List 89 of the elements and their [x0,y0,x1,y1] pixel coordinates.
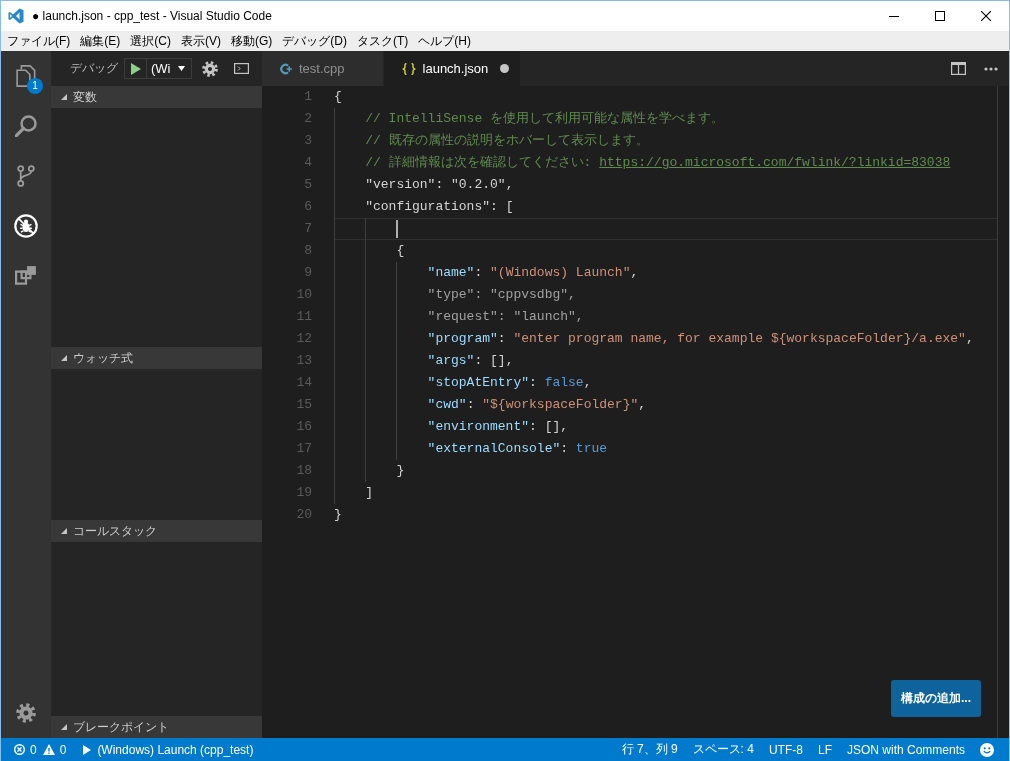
menu-item[interactable]: ヘルプ(H) [413,32,476,50]
split-editor-icon[interactable] [951,62,966,75]
line-number: 20 [295,506,312,524]
unsaved-dot-icon[interactable] [499,64,509,73]
warning-icon [42,744,55,755]
line-number: 5 [303,176,312,194]
code-line: "args": [], [427,352,514,370]
section-header[interactable]: コールスタック [51,520,262,542]
status-item[interactable]: UTF-8 [768,738,803,761]
menu-item[interactable]: 表示(V) [176,32,226,50]
link[interactable]: https://go.microsoft.com/fwlink/?linkid=83038 [599,152,951,174]
settings-icon[interactable] [16,703,36,723]
line-number: 9 [303,264,312,282]
line-number: 14 [295,374,312,392]
code-line: // IntelliSense を使用して利用可能な属性を学べます。 [365,110,725,128]
line-number: 11 [295,308,312,326]
code-line: "type": "cppvsdbg", [427,286,576,304]
code-line: ] [365,484,373,502]
braces-icon [401,62,416,75]
search-icon[interactable] [15,115,37,137]
line-number: 7 [303,220,312,238]
code-line: "version": "0.2.0", [365,176,514,194]
section-header[interactable]: ウォッチ式 [51,347,262,369]
notification-badge: 1 [27,78,43,94]
branch-icon[interactable] [17,164,35,188]
menu-item[interactable]: ファイル(F) [2,32,76,50]
section-header[interactable]: 変数 [51,86,262,108]
line-number: 4 [303,154,312,172]
line-number: 10 [295,286,312,304]
problems-status[interactable]: 0 0 [14,738,67,761]
line-number: 13 [295,352,312,370]
line-number: 3 [303,132,312,150]
debug-target-status[interactable]: (Windows) Launch (cpp_test) [83,738,254,761]
maximize-icon [935,11,945,21]
code-line: "externalConsole": true [427,440,608,458]
code-line: "environment": [], [427,418,569,436]
code-line: { [334,88,342,106]
section-header[interactable]: ブレークポイント [51,716,262,738]
code-line: // 詳細情報は次を確認してください: https://go.microsoft.com/fwlink/?linkid=83038 [365,152,951,174]
line-number: 8 [303,242,312,260]
code-line: } [334,506,342,524]
bug-icon[interactable] [14,214,38,238]
menu-item[interactable]: 編集(E) [75,32,126,50]
menu-item[interactable]: 選択(C) [125,32,176,50]
settings-icon[interactable] [201,60,218,77]
status-item[interactable]: スペース: 4 [692,738,754,761]
line-number: 12 [295,330,312,348]
code-line: "stopAtEntry": false, [427,374,592,392]
status-item[interactable]: LF [817,738,832,761]
code-line: } [396,462,405,480]
status-item[interactable]: 行 7、列 9 [621,738,678,761]
code-line: { [396,242,405,260]
play-icon [83,744,92,755]
more-icon[interactable] [984,66,998,71]
menu-item[interactable]: タスク(T) [352,32,414,50]
line-number: 6 [303,198,312,216]
code-line: "program": "enter program name, for example ${workspaceFolder}/a.exe", [427,330,974,348]
c-plus-icon [280,62,292,75]
line-number: 15 [295,396,312,414]
minimize-icon [889,15,899,17]
close-icon [981,11,991,21]
code-line: "name": "(Windows) Launch", [427,264,639,282]
menu-item[interactable]: 移動(G) [226,32,278,50]
panel-title: デバッグ [70,60,118,77]
line-number: 1 [303,88,312,106]
smiley-icon[interactable] [980,742,994,757]
menu-item[interactable]: デバッグ(D) [277,32,352,50]
code-line: "cwd": "${workspaceFolder}", [427,396,647,414]
editor-tab[interactable]: test.cpp [262,51,384,86]
logo-icon [8,8,24,24]
documents-icon[interactable] [16,65,36,87]
line-number: 2 [303,110,312,128]
code-line: "request": "launch", [427,308,584,326]
line-number: 18 [295,462,312,480]
window-title: ● launch.json - cpp_test - Visual Studio Code [32,9,272,23]
status-item[interactable]: JSON with Comments [846,738,965,761]
line-number: 19 [295,484,312,502]
error-icon [14,744,25,755]
code-line: // 既存の属性の説明をホバーして表示します。 [365,132,649,150]
editor-tab[interactable]: launch.json [383,51,522,86]
blocks-icon[interactable] [15,265,37,287]
dropdown-caret-icon [177,66,185,71]
console-icon[interactable] [233,63,249,74]
add-configuration-button[interactable]: 構成の追加... [891,680,981,717]
code-line: "configurations": [ [365,198,514,216]
line-number: 17 [295,440,312,458]
line-number: 16 [295,418,312,436]
text-cursor [396,220,399,238]
play-icon [130,62,141,75]
